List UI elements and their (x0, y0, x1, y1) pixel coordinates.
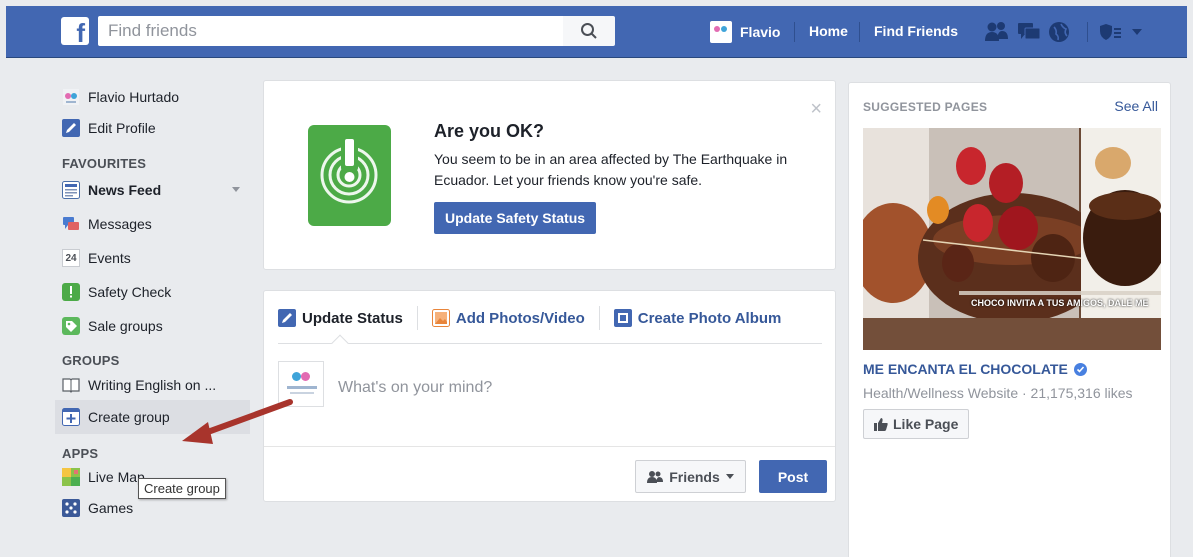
book-icon (62, 376, 80, 394)
page-meta: Health/Wellness Website · 21,175,316 lik… (863, 385, 1133, 401)
sidebar-item-events[interactable]: 24 Events (55, 241, 250, 275)
favourites-header: FAVOURITES (62, 156, 147, 171)
suggested-page-name-link[interactable]: ME ENCANTA EL CHOCOLATE (863, 361, 1087, 377)
top-navigation-bar: f Find friends Flavio Home Find Friends (6, 6, 1187, 58)
see-all-link[interactable]: See All (1114, 98, 1158, 114)
messages-icon (62, 215, 80, 233)
notifications-globe-icon[interactable] (1046, 20, 1072, 44)
nav-divider (1087, 22, 1088, 42)
sidebar-item-label: News Feed (88, 182, 162, 198)
audience-label: Friends (669, 468, 720, 485)
audience-selector-button[interactable]: Friends (635, 460, 746, 493)
friends-icon (647, 470, 664, 483)
games-icon (62, 499, 80, 517)
sidebar-item-safety-check[interactable]: Safety Check (55, 275, 250, 309)
sidebar-item-news-feed[interactable]: News Feed (55, 173, 250, 207)
sidebar-item-label: Flavio Hurtado (88, 89, 180, 105)
search-button[interactable] (563, 16, 615, 46)
nav-profile-link[interactable]: Flavio (710, 19, 780, 45)
promo-caption: CHOCO INVITA A TUS AMIGOS, DALE ME (971, 298, 1149, 308)
like-page-button[interactable]: Like Page (863, 409, 970, 439)
safety-title: Are you OK? (434, 121, 545, 141)
sidebar-item-profile[interactable]: Flavio Hurtado (55, 82, 250, 112)
sidebar-item-writing-english[interactable]: Writing English on ... (55, 370, 250, 400)
like-page-label: Like Page (893, 416, 959, 432)
tab-label: Add Photos/Video (455, 309, 585, 327)
search-icon (581, 23, 597, 39)
close-icon[interactable]: × (810, 99, 822, 119)
avatar (710, 21, 732, 43)
events-icon: 24 (62, 249, 80, 267)
thumbs-up-icon (874, 418, 888, 431)
composer-tabs: Update Status Add Photos/Video Create Ph… (278, 303, 781, 333)
live-map-icon (62, 468, 80, 486)
safety-message: You seem to be in an area affected by Th… (434, 151, 788, 188)
sidebar-item-edit-profile[interactable]: Edit Profile (55, 112, 250, 144)
suggested-pages-header: SUGGESTED PAGES (863, 100, 988, 114)
sidebar-item-label: Writing English on ... (88, 377, 217, 393)
post-button[interactable]: Post (759, 460, 827, 493)
sale-groups-icon (62, 317, 80, 335)
tab-create-photo-album[interactable]: Create Photo Album (613, 309, 782, 327)
sidebar-item-sale-groups[interactable]: Sale groups (55, 309, 250, 343)
sidebar-item-label: Safety Check (88, 284, 172, 300)
avatar (278, 361, 324, 407)
nav-find-friends-link[interactable]: Find Friends (874, 23, 958, 39)
post-composer: Update Status Add Photos/Video Create Ph… (263, 290, 836, 502)
tab-label: Create Photo Album (637, 309, 782, 327)
tab-add-photos-video[interactable]: Add Photos/Video (431, 309, 585, 327)
album-icon (613, 309, 632, 327)
safety-check-card: Are you OK? You seem to be in an area af… (263, 80, 836, 270)
suggested-pages-panel: SUGGESTED PAGES See All CHOCO INVITA A T… (848, 82, 1171, 557)
sidebar-item-label: Events (88, 250, 131, 266)
tab-divider (598, 306, 600, 330)
safety-check-icon (308, 125, 391, 226)
tab-pointer (331, 334, 349, 352)
news-feed-icon (62, 181, 80, 199)
tab-update-status[interactable]: Update Status (278, 309, 403, 327)
apps-header: APPS (62, 446, 99, 461)
tab-label: Update Status (302, 309, 403, 327)
sidebar-item-label: Create group (88, 409, 170, 425)
update-safety-status-button[interactable]: Update Safety Status (434, 202, 597, 234)
messages-nav-icon[interactable] (1016, 20, 1042, 44)
nav-divider (794, 22, 795, 42)
sidebar-item-label: Games (88, 500, 134, 516)
facebook-logo-icon[interactable]: f (61, 17, 89, 45)
sidebar-item-create-group[interactable]: Create group (55, 400, 250, 434)
privacy-shortcuts-icon[interactable] (1096, 20, 1126, 44)
nav-home-link[interactable]: Home (809, 23, 848, 39)
sidebar-item-messages[interactable]: Messages (55, 207, 250, 241)
create-group-icon (62, 408, 80, 426)
tooltip-create-group: Create group (138, 478, 226, 499)
search-input[interactable]: Find friends (98, 16, 563, 46)
nav-divider (859, 22, 860, 42)
avatar (62, 88, 80, 106)
status-input[interactable]: What's on your mind? (338, 379, 492, 397)
edit-pencil-icon (62, 119, 80, 137)
sidebar-item-label: Live Map (88, 469, 145, 485)
chevron-down-icon[interactable] (232, 187, 240, 192)
chevron-down-icon (725, 474, 734, 479)
composer-footer: Friends Post (264, 446, 835, 502)
events-badge: 24 (65, 252, 77, 264)
friend-requests-icon[interactable] (984, 20, 1010, 44)
verified-badge-icon (1073, 362, 1087, 376)
composer-divider (278, 343, 822, 344)
nav-user-name: Flavio (740, 24, 781, 40)
left-sidebar: Flavio Hurtado Edit Profile FAVOURITES N… (55, 82, 250, 523)
sidebar-item-label: Messages (88, 216, 152, 232)
account-menu-chevron-down-icon[interactable] (1126, 20, 1148, 44)
groups-header: GROUPS (62, 353, 120, 368)
pencil-icon (278, 309, 296, 327)
safety-check-icon (62, 283, 80, 301)
photo-icon (431, 309, 450, 327)
promo-image[interactable]: CHOCO INVITA A TUS AMIGOS, DALE ME (863, 128, 1161, 350)
sidebar-item-label: Sale groups (88, 318, 163, 334)
sidebar-item-label: Edit Profile (88, 120, 156, 136)
search-placeholder: Find friends (108, 21, 197, 40)
tab-divider (416, 306, 418, 330)
page-name-text: ME ENCANTA EL CHOCOLATE (863, 361, 1068, 377)
